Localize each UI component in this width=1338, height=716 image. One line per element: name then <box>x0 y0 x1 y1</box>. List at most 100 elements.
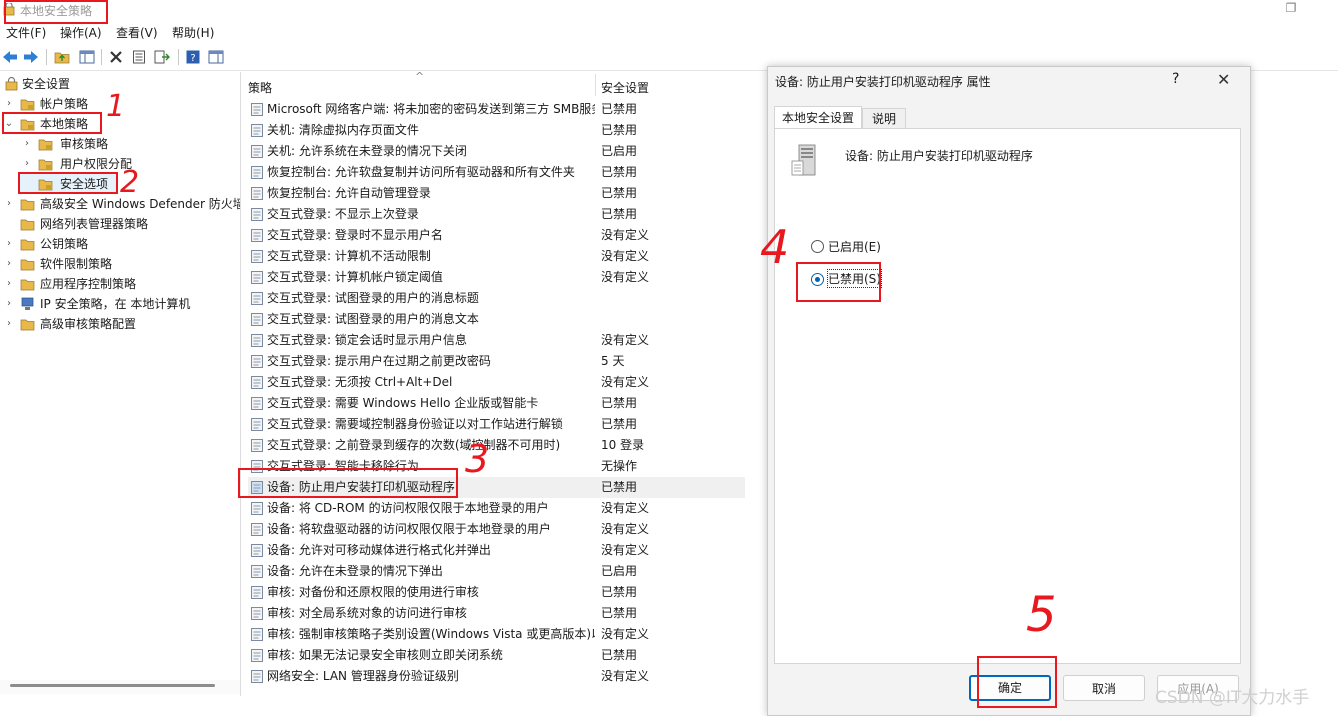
restore-button[interactable]: ❐ <box>1280 0 1302 18</box>
table-row[interactable]: 交互式登录: 需要 Windows Hello 企业版或智能卡 已禁用 <box>248 393 745 414</box>
table-row[interactable]: 审核: 对备份和还原权限的使用进行审核 已禁用 <box>248 582 745 603</box>
table-row[interactable]: 设备: 将软盘驱动器的访问权限仅限于本地登录的用户 没有定义 <box>248 519 745 540</box>
tab-explain[interactable]: 说明 <box>862 108 906 129</box>
policy-name: 关机: 清除虚拟内存页面文件 <box>267 123 419 137</box>
policy-value: 没有定义 <box>601 228 650 242</box>
annotation-box-local-policies <box>2 112 102 134</box>
expand-chevron-icon[interactable]: › <box>4 274 14 294</box>
radio-enabled[interactable] <box>811 240 824 253</box>
policy-value: 已禁用 <box>601 585 638 599</box>
policy-item-icon <box>251 166 263 179</box>
policy-value: 已禁用 <box>601 417 638 431</box>
annotation-box-ok-button <box>977 656 1057 708</box>
policy-name: 审核: 对备份和还原权限的使用进行审核 <box>267 585 479 599</box>
computer-network-icon <box>21 297 34 310</box>
policy-item-icon <box>251 334 263 347</box>
radio-enabled-label[interactable]: 已启用(E) <box>828 238 881 255</box>
policy-value: 已禁用 <box>601 186 638 200</box>
back-icon[interactable] <box>1 48 19 66</box>
dialog-help-button[interactable]: ? <box>1172 71 1179 87</box>
delete-icon[interactable] <box>107 48 125 66</box>
column-header-security-setting[interactable]: 安全设置 <box>601 79 649 96</box>
menu-view[interactable]: 查看(V) <box>116 24 158 41</box>
policy-value: 10 登录 <box>601 438 645 452</box>
annotation-number-4: 4 <box>760 220 790 274</box>
policy-value: 没有定义 <box>601 270 650 284</box>
policy-value: 5 天 <box>601 354 625 368</box>
table-row[interactable]: Microsoft 网络客户端: 将未加密的密码发送到第三方 SMB服务器 已禁用 <box>248 99 745 120</box>
table-row[interactable]: 交互式登录: 不显示上次登录 已禁用 <box>248 204 745 225</box>
policy-name: 关机: 允许系统在未登录的情况下关闭 <box>267 144 467 158</box>
policy-name-label: 设备: 防止用户安装打印机驱动程序 <box>845 149 1033 163</box>
policy-item-icon <box>251 544 263 557</box>
expand-chevron-icon[interactable]: › <box>4 314 14 334</box>
tree-scroll-thumb[interactable] <box>10 684 215 687</box>
policy-value: 没有定义 <box>601 333 650 347</box>
policy-name: Microsoft 网络客户端: 将未加密的密码发送到第三方 SMB服务器 <box>267 102 595 116</box>
table-row[interactable]: 关机: 清除虚拟内存页面文件 已禁用 <box>248 120 745 141</box>
show-tree-icon[interactable] <box>78 48 96 66</box>
title-bar <box>0 0 1338 22</box>
table-row[interactable]: 恢复控制台: 允许自动管理登录 已禁用 <box>248 183 745 204</box>
table-row[interactable]: 交互式登录: 提示用户在过期之前更改密码 5 天 <box>248 351 745 372</box>
table-row[interactable]: 交互式登录: 锁定会话时显示用户信息 没有定义 <box>248 330 745 351</box>
table-row[interactable]: 恢复控制台: 允许软盘复制并访问所有驱动器和所有文件夹 已禁用 <box>248 162 745 183</box>
cancel-button[interactable]: 取消 <box>1063 675 1145 701</box>
forward-icon[interactable] <box>22 48 40 66</box>
dialog-close-button[interactable]: ✕ <box>1217 70 1230 89</box>
menu-action[interactable]: 操作(A) <box>60 24 102 41</box>
table-row[interactable]: 设备: 允许对可移动媒体进行格式化并弹出 没有定义 <box>248 540 745 561</box>
properties-icon[interactable] <box>130 48 148 66</box>
table-row[interactable]: 交互式登录: 之前登录到缓存的次数(域控制器不可用时) 10 登录 <box>248 435 745 456</box>
table-row[interactable]: 网络安全: LAN 管理器身份验证级别 没有定义 <box>248 666 745 687</box>
table-row[interactable]: 审核: 如果无法记录安全审核则立即关闭系统 已禁用 <box>248 645 745 666</box>
table-row[interactable]: 关机: 允许系统在未登录的情况下关闭 已启用 <box>248 141 745 162</box>
table-row[interactable]: 设备: 将 CD-ROM 的访问权限仅限于本地登录的用户 没有定义 <box>248 498 745 519</box>
show-action-pane-icon[interactable] <box>207 48 225 66</box>
export-list-icon[interactable] <box>153 48 171 66</box>
up-folder-icon[interactable] <box>53 48 71 66</box>
policy-item-icon <box>251 103 263 116</box>
tree-horizontal-scrollbar[interactable] <box>0 680 240 694</box>
annotation-box-security-options <box>18 172 118 194</box>
policy-value: 无操作 <box>601 459 638 473</box>
table-row[interactable]: 交互式登录: 计算机帐户锁定阈值 没有定义 <box>248 267 745 288</box>
table-row[interactable]: 设备: 允许在未登录的情况下弹出 已启用 <box>248 561 745 582</box>
annotation-box-disabled-option <box>796 262 881 302</box>
expand-chevron-icon[interactable]: › <box>4 94 14 114</box>
policy-name: 设备: 允许对可移动媒体进行格式化并弹出 <box>267 543 491 557</box>
expand-chevron-icon[interactable]: › <box>4 294 14 314</box>
expand-chevron-icon[interactable]: › <box>4 194 14 214</box>
policy-name: 交互式登录: 无须按 Ctrl+Alt+Del <box>267 375 453 389</box>
folder-icon <box>20 319 35 331</box>
expand-chevron-icon[interactable]: › <box>4 234 14 254</box>
table-row[interactable]: 交互式登录: 试图登录的用户的消息标题 <box>248 288 745 309</box>
column-header-policy[interactable]: 策略 <box>248 79 272 96</box>
expand-chevron-icon[interactable]: › <box>22 134 32 154</box>
tab-local-security-setting[interactable]: 本地安全设置 <box>774 106 862 129</box>
policy-value: 没有定义 <box>601 669 650 683</box>
table-row[interactable]: 交互式登录: 试图登录的用户的消息文本 <box>248 309 745 330</box>
table-row[interactable]: 交互式登录: 需要域控制器身份验证以对工作站进行解锁 已禁用 <box>248 414 745 435</box>
table-row[interactable]: 交互式登录: 无须按 Ctrl+Alt+Del 没有定义 <box>248 372 745 393</box>
annotation-number-1: 1 <box>106 89 126 124</box>
expand-chevron-icon[interactable]: › <box>22 154 32 174</box>
table-row[interactable]: 交互式登录: 计算机不活动限制 没有定义 <box>248 246 745 267</box>
policy-value: 已禁用 <box>601 102 638 116</box>
expand-chevron-icon[interactable]: › <box>4 254 14 274</box>
dialog-title: 设备: 防止用户安装打印机驱动程序 属性 <box>775 75 991 89</box>
table-row[interactable]: 交互式登录: 登录时不显示用户名 没有定义 <box>248 225 745 246</box>
column-divider[interactable] <box>595 74 596 96</box>
policy-item-icon <box>251 250 263 263</box>
menu-help[interactable]: 帮助(H) <box>172 24 214 41</box>
policy-name: 网络安全: LAN 管理器身份验证级别 <box>267 669 459 683</box>
help-icon[interactable]: ? <box>184 48 202 66</box>
policy-name: 审核: 对全局系统对象的访问进行审核 <box>267 606 467 620</box>
policy-item-icon <box>251 313 263 326</box>
table-row[interactable]: 审核: 强制审核策略子类别设置(Windows Vista 或更高版本)以替代审… <box>248 624 745 645</box>
table-row[interactable]: 审核: 对全局系统对象的访问进行审核 已禁用 <box>248 603 745 624</box>
policy-name: 设备: 将 CD-ROM 的访问权限仅限于本地登录的用户 <box>267 501 549 515</box>
menu-file[interactable]: 文件(F) <box>6 24 46 41</box>
policy-name: 审核: 强制审核策略子类别设置(Windows Vista 或更高版本)以替代审… <box>267 627 595 641</box>
policy-item-icon <box>251 376 263 389</box>
